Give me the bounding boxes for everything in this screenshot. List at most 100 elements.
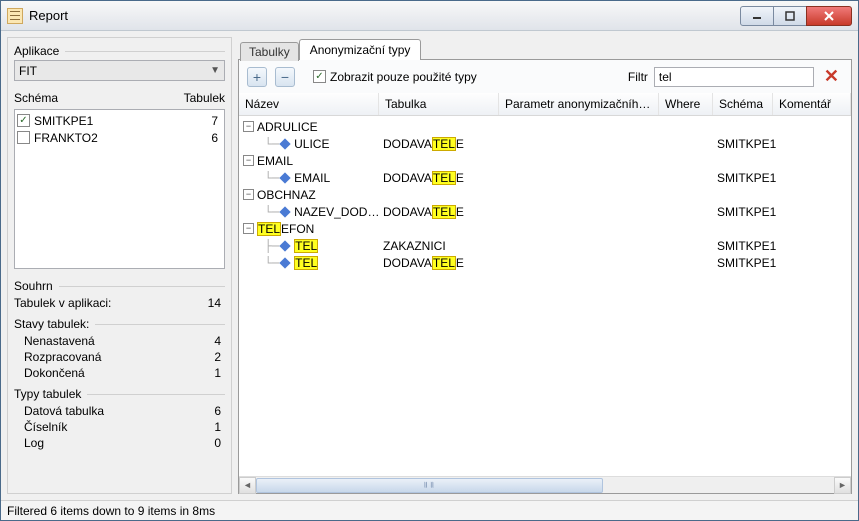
schema-count: 7 xyxy=(202,114,222,128)
schema-header: Schéma Tabulek xyxy=(14,91,225,105)
horizontal-scrollbar[interactable]: ◄ ꠱꠱ ► xyxy=(239,476,851,493)
summary-row: Nenastavená4 xyxy=(14,333,225,349)
chevron-down-icon: ▼ xyxy=(210,65,220,76)
diamond-icon xyxy=(279,240,290,251)
branch-icon: └─ xyxy=(243,256,279,270)
tab-tabulky[interactable]: Tabulky xyxy=(240,42,299,61)
diamond-icon xyxy=(279,257,290,268)
close-icon xyxy=(823,10,835,22)
minimize-button[interactable] xyxy=(740,6,774,26)
group-label: EMAIL xyxy=(257,154,293,168)
minus-icon: − xyxy=(281,70,289,84)
group-label: ADRULICE xyxy=(257,120,318,134)
summary-group-label: Souhrn xyxy=(14,279,225,293)
summary-row: Dokončená1 xyxy=(14,365,225,381)
item-schema: SMITKPE1 xyxy=(717,171,777,185)
col-koment[interactable]: Komentář xyxy=(773,93,851,115)
item-name: NAZEV_DOD… xyxy=(294,205,379,219)
window-buttons xyxy=(741,6,852,26)
tab-anonymizacni-typy[interactable]: Anonymizační typy xyxy=(299,39,422,60)
col-nazev[interactable]: Název xyxy=(239,93,379,115)
tree-item[interactable]: ├─ TEL ZAKAZNICI SMITKPE1 xyxy=(239,237,851,254)
collapse-icon[interactable]: − xyxy=(243,189,254,200)
right-panel: Tabulky Anonymizační typy + − ✓ Zobrazit… xyxy=(238,37,852,494)
maximize-icon xyxy=(785,11,795,21)
tree-item[interactable]: └─ ULICE DODAVATELE SMITKPE1 xyxy=(239,135,851,152)
scroll-right-icon[interactable]: ► xyxy=(834,477,851,494)
toolbar: + − ✓ Zobrazit pouze použité typy Filtr … xyxy=(239,60,851,93)
item-schema: SMITKPE1 xyxy=(717,205,777,219)
schema-label: Schéma xyxy=(14,91,58,105)
schema-list: ✓ SMITKPE1 7 FRANKTO2 6 xyxy=(14,109,225,269)
summary-row: Číselník1 xyxy=(14,419,225,435)
schema-count: 6 xyxy=(202,131,222,145)
item-name: ULICE xyxy=(294,137,329,151)
item-tabulka: DODAVATELE xyxy=(383,171,503,185)
app-icon xyxy=(7,8,23,24)
tree-group[interactable]: − TELEFON xyxy=(239,220,851,237)
tree-item[interactable]: └─ EMAIL DODAVATELE SMITKPE1 xyxy=(239,169,851,186)
scroll-thumb[interactable]: ꠱꠱ xyxy=(256,478,603,493)
tree-area: − ADRULICE └─ ULICE DODAVATELE xyxy=(239,116,851,476)
tree-group[interactable]: − ADRULICE xyxy=(239,118,851,135)
item-tabulka: DODAVATELE xyxy=(383,256,503,270)
summary-total-row: Tabulek v aplikaci: 14 xyxy=(14,295,225,311)
checkbox-icon: ✓ xyxy=(313,70,326,83)
item-tabulka: DODAVATELE xyxy=(383,137,503,151)
diamond-icon xyxy=(279,138,290,149)
checkbox-icon[interactable] xyxy=(17,131,30,144)
tree-item[interactable]: └─ NAZEV_DOD… DODAVATELE SMITKPE1 xyxy=(239,203,851,220)
branch-icon: └─ xyxy=(243,205,279,219)
status-bar: Filtered 6 items down to 9 items in 8ms xyxy=(1,500,858,520)
x-icon: ✕ xyxy=(824,66,839,86)
tabs: Tabulky Anonymizační typy xyxy=(238,37,852,59)
tree-group[interactable]: − OBCHNAZ xyxy=(239,186,851,203)
app-window: Report Aplikace FIT ▼ Schéma Tabulek xyxy=(0,0,859,521)
collapse-icon[interactable]: − xyxy=(243,155,254,166)
summary-row: Rozpracovaná2 xyxy=(14,349,225,365)
branch-icon: ├─ xyxy=(243,239,279,253)
collapse-icon[interactable]: − xyxy=(243,223,254,234)
checkbox-icon[interactable]: ✓ xyxy=(17,114,30,127)
branch-icon: └─ xyxy=(243,137,279,151)
col-tabulka[interactable]: Tabulka xyxy=(379,93,499,115)
window-title: Report xyxy=(29,8,741,23)
collapse-icon[interactable]: − xyxy=(243,121,254,132)
tree-item[interactable]: └─ TEL DODAVATELE SMITKPE1 xyxy=(239,254,851,271)
add-button[interactable]: + xyxy=(247,67,267,87)
item-tabulka: ZAKAZNICI xyxy=(383,239,503,253)
schema-row[interactable]: FRANKTO2 6 xyxy=(17,129,222,146)
branch-icon: └─ xyxy=(243,171,279,185)
col-where[interactable]: Where xyxy=(659,93,713,115)
tree-group[interactable]: − EMAIL xyxy=(239,152,851,169)
col-param[interactable]: Parametr anonymizačního typu xyxy=(499,93,659,115)
tabulek-label: Tabulek xyxy=(184,91,225,105)
plus-icon: + xyxy=(253,70,261,84)
close-button[interactable] xyxy=(806,6,852,26)
app-combo[interactable]: FIT ▼ xyxy=(14,60,225,81)
group-label: TELEFON xyxy=(257,222,314,236)
maximize-button[interactable] xyxy=(773,6,807,26)
schema-name: SMITKPE1 xyxy=(34,114,198,128)
item-schema: SMITKPE1 xyxy=(717,256,777,270)
clear-filter-button[interactable]: ✕ xyxy=(820,66,843,87)
show-used-checkbox[interactable]: ✓ Zobrazit pouze použité typy xyxy=(313,70,477,84)
col-schema[interactable]: Schéma xyxy=(713,93,773,115)
app-group-label: Aplikace xyxy=(14,44,225,58)
scroll-track[interactable]: ꠱꠱ xyxy=(256,478,834,493)
filter-input[interactable] xyxy=(654,67,814,87)
item-name: TEL xyxy=(294,256,318,270)
remove-button[interactable]: − xyxy=(275,67,295,87)
schema-row[interactable]: ✓ SMITKPE1 7 xyxy=(17,112,222,129)
status-text: Filtered 6 items down to 9 items in 8ms xyxy=(7,504,215,518)
grid-header: Název Tabulka Parametr anonymizačního ty… xyxy=(239,93,851,116)
types-group-label: Typy tabulek xyxy=(14,387,225,401)
states-group-label: Stavy tabulek: xyxy=(14,317,225,331)
left-panel: Aplikace FIT ▼ Schéma Tabulek ✓ SMITKPE1… xyxy=(7,37,232,494)
show-used-label: Zobrazit pouze použité typy xyxy=(330,70,477,84)
minimize-icon xyxy=(752,11,762,21)
item-name: TEL xyxy=(294,239,318,253)
group-label: OBCHNAZ xyxy=(257,188,316,202)
item-schema: SMITKPE1 xyxy=(717,239,777,253)
scroll-left-icon[interactable]: ◄ xyxy=(239,477,256,494)
